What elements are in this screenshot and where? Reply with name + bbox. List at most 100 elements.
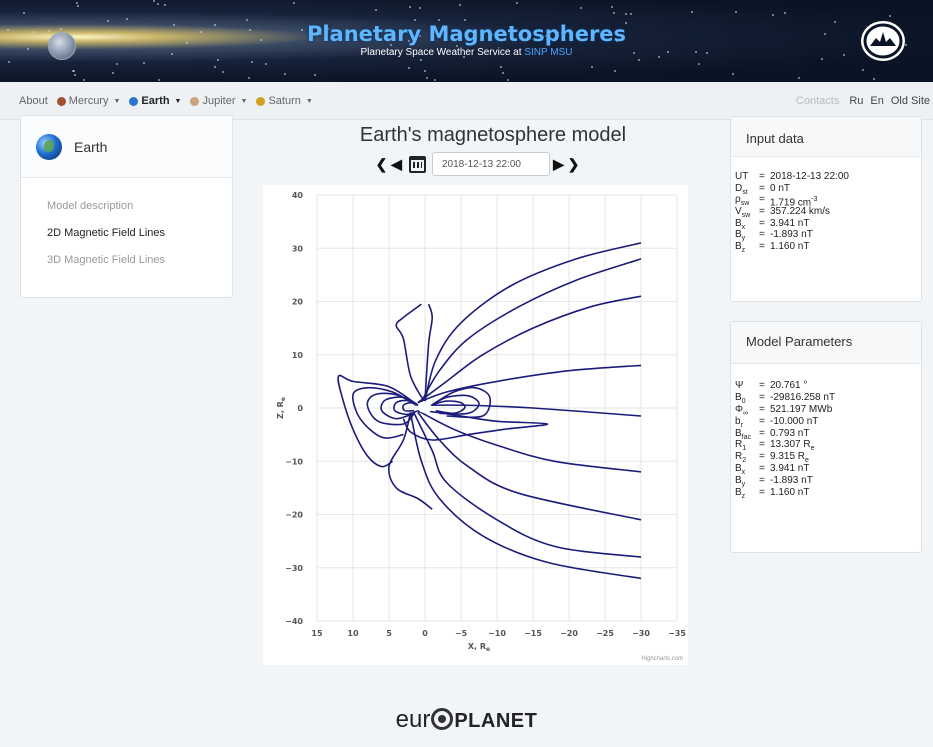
- model-param-symbol: Φ∞: [735, 403, 748, 417]
- mercury-icon: [56, 96, 66, 106]
- field-line: [413, 412, 642, 558]
- logo-text-left: eur: [395, 706, 431, 733]
- y-axis-label: Z, Re: [276, 397, 287, 419]
- model-params-panel: Model Parameters Ψ = 20.761 ° B0 = -29816.258…: [730, 321, 922, 553]
- x-tick-label: −10: [488, 629, 506, 638]
- model-param-equals: =: [759, 451, 765, 463]
- star: [74, 74, 77, 77]
- model-params-rows: Ψ = 20.761 ° B0 = -29816.258 nT Φ∞ = 521.197 MWb…: [731, 364, 921, 500]
- nav-contacts[interactable]: Contacts: [796, 95, 839, 107]
- input-data-value: -1.893 nT: [770, 229, 813, 241]
- lang-ru[interactable]: Ru: [849, 95, 863, 107]
- model-param-row: Bx = 3.941 nT: [735, 463, 921, 476]
- star: [888, 15, 891, 18]
- lang-en[interactable]: En: [870, 95, 883, 107]
- star: [245, 18, 248, 21]
- chevron-down-icon: ▼: [174, 97, 182, 105]
- europlanet-logo[interactable]: eur PLANET: [0, 706, 933, 734]
- header-banner: Planetary Magnetospheres Planetary Space…: [0, 0, 933, 82]
- star: [698, 62, 701, 65]
- star: [502, 72, 505, 75]
- star: [158, 78, 161, 81]
- star: [459, 4, 462, 7]
- nav-mercury[interactable]: Mercury ▼: [56, 95, 120, 107]
- model-param-value: 9.315 Re: [770, 451, 809, 465]
- nav-jupiter[interactable]: Jupiter ▼: [190, 95, 247, 107]
- nav-old-site[interactable]: Old Site: [891, 95, 930, 107]
- model-param-equals: =: [759, 403, 765, 415]
- field-line: [393, 399, 419, 416]
- star: [861, 68, 864, 71]
- input-data-equals: =: [759, 229, 765, 241]
- input-data-panel: Input data UT = 2018-12-13 22:00 Dst = 0 nT ρs…: [730, 116, 922, 302]
- y-tick-label: 0: [297, 404, 303, 413]
- input-data-value: 1.160 nT: [770, 241, 810, 253]
- star: [506, 79, 509, 82]
- model-param-value: -10.000 nT: [770, 415, 819, 427]
- x-tick-label: 5: [386, 629, 392, 638]
- sidebar-item-model-description[interactable]: Model description: [47, 200, 232, 227]
- star: [221, 70, 224, 73]
- star: [77, 5, 80, 8]
- star: [111, 71, 114, 74]
- star: [624, 12, 627, 15]
- chevron-down-icon: ▼: [305, 97, 313, 105]
- model-param-row: Ψ = 20.761 °: [735, 380, 921, 392]
- sidebar-item-2d-field-lines[interactable]: 2D Magnetic Field Lines: [47, 227, 232, 254]
- msu-logo-icon[interactable]: [860, 20, 906, 62]
- x-axis-label: X, Re: [468, 642, 490, 653]
- field-lines-chart[interactable]: 15 10 5 0 −5 −10 −15 −20 −25 −30 −35 40 30 20 10 0 −10 −2…: [263, 185, 688, 665]
- date-input[interactable]: [432, 152, 550, 176]
- star: [292, 1, 295, 4]
- saturn-icon: [256, 96, 266, 106]
- prev-day-button[interactable]: ❮: [375, 156, 388, 173]
- nav-saturn[interactable]: Saturn ▼: [256, 95, 313, 107]
- prev-step-button[interactable]: ◀: [390, 156, 403, 173]
- model-param-value: 20.761 °: [770, 380, 808, 391]
- input-data-equals: =: [759, 241, 765, 253]
- star: [116, 63, 119, 66]
- nav-jupiter-label: Jupiter: [202, 95, 236, 107]
- y-tick-label: −10: [285, 457, 303, 466]
- sidebar-panel: Earth Model description 2D Magnetic Fiel…: [20, 115, 233, 298]
- star: [251, 61, 254, 64]
- star: [820, 57, 823, 60]
- star: [248, 76, 251, 79]
- input-data-row: Vsw = 357.224 km/s: [735, 206, 921, 219]
- site-title: Planetary Magnetospheres: [306, 22, 627, 46]
- model-param-value: 13.307 Re: [770, 439, 815, 453]
- sinp-msu-link[interactable]: SINP MSU: [524, 47, 572, 58]
- y-tick-label: 40: [292, 191, 304, 200]
- y-tick-label: 10: [292, 351, 304, 360]
- nav-about[interactable]: About: [19, 95, 48, 107]
- x-tick-label: −5: [455, 629, 468, 638]
- next-day-button[interactable]: ❯: [567, 156, 580, 173]
- input-data-row: UT = 2018-12-13 22:00: [735, 171, 921, 183]
- nav-earth[interactable]: Earth ▼: [129, 95, 181, 107]
- input-data-row: Bx = 3.941 nT: [735, 218, 921, 231]
- nav-left: About Mercury ▼ Earth ▼ Jupiter ▼ Saturn ▼: [19, 95, 313, 107]
- nav-right: Contacts Ru En Old Site: [796, 95, 930, 107]
- calendar-icon[interactable]: [409, 155, 426, 173]
- x-tick-label: 15: [311, 629, 323, 638]
- input-data-rows: UT = 2018-12-13 22:00 Dst = 0 nT ρsw = 1.719 cm-…: [731, 157, 921, 254]
- input-data-row: Bz = 1.160 nT: [735, 241, 921, 254]
- model-param-symbol: R1: [735, 439, 747, 453]
- model-param-equals: =: [759, 380, 765, 391]
- model-param-equals: =: [759, 415, 765, 427]
- model-param-equals: =: [759, 463, 765, 475]
- input-data-value: 2018-12-13 22:00: [770, 171, 849, 182]
- star: [499, 66, 502, 69]
- next-step-button[interactable]: ▶: [552, 156, 565, 173]
- model-param-row: R1 = 13.307 Re: [735, 439, 921, 453]
- star: [732, 73, 735, 76]
- star: [418, 7, 421, 10]
- sidebar-item-3d-field-lines[interactable]: 3D Magnetic Field Lines: [47, 254, 232, 281]
- field-line: [402, 401, 419, 412]
- star: [426, 77, 429, 80]
- x-tick-label: −25: [596, 629, 614, 638]
- chart-credits[interactable]: Highcharts.com: [641, 656, 683, 662]
- planet-marker: [418, 403, 432, 413]
- model-param-equals: =: [759, 475, 765, 487]
- input-data-equals: =: [759, 206, 765, 218]
